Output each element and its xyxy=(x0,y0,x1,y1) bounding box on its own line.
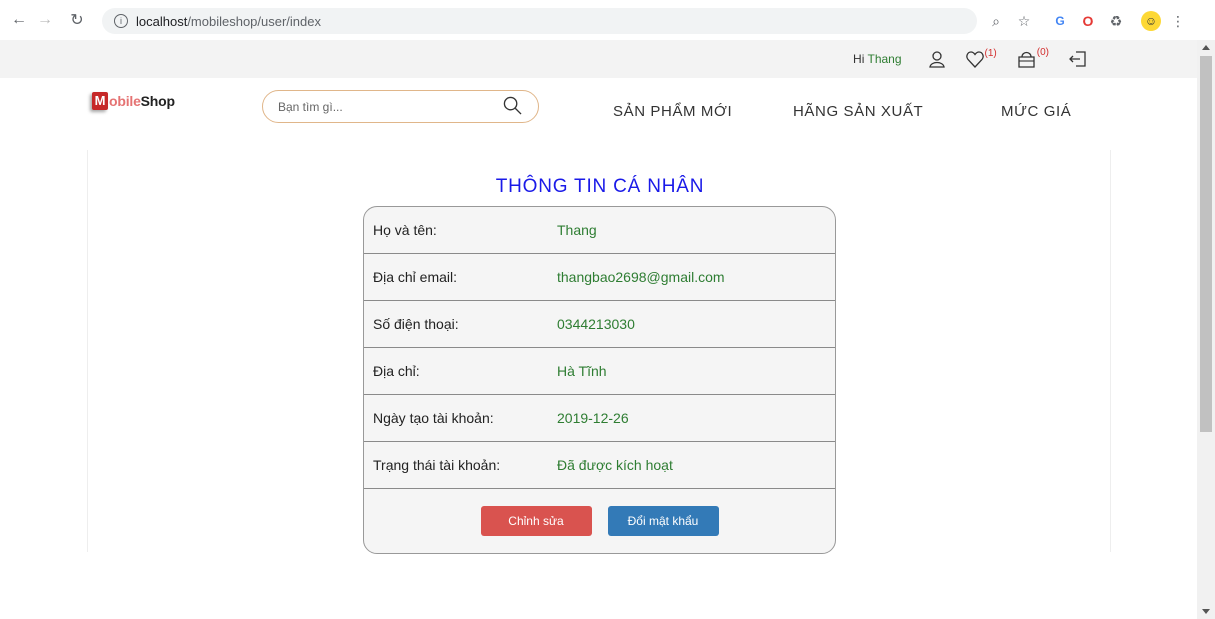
profile-card: Họ và tên: Thang Địa chỉ email: thangbao… xyxy=(363,206,836,554)
row-value: 0344213030 xyxy=(557,316,635,332)
bookmark-star-icon[interactable]: ☆ xyxy=(1013,10,1035,32)
site-logo[interactable]: Mobile Shop xyxy=(92,92,175,110)
row-label: Ngày tạo tài khoản: xyxy=(373,410,494,426)
profile-row-name: Họ và tên: Thang xyxy=(364,207,835,254)
url-path: /mobileshop/user/index xyxy=(187,13,322,29)
cart-count: (0) xyxy=(1036,47,1049,58)
logout-icon[interactable] xyxy=(1069,50,1087,68)
recycle-extension-icon[interactable]: ♻ xyxy=(1105,10,1127,32)
row-label: Họ và tên: xyxy=(373,222,437,238)
zoom-icon[interactable]: ⌕ xyxy=(985,10,1007,32)
cart-bag-icon[interactable]: (0) xyxy=(1017,47,1049,68)
change-password-button[interactable]: Đổi mật khẩu xyxy=(607,506,719,536)
page-title: THÔNG TIN CÁ NHÂN xyxy=(495,176,705,197)
profile-section: THÔNG TIN CÁ NHÂN Họ và tên: Thang Địa c… xyxy=(87,150,1111,554)
logo-text-colored: obile xyxy=(109,93,141,109)
menu-price-range[interactable]: MỨC GIÁ xyxy=(1001,103,1071,120)
browser-actions: ⌕ ☆ G O ♻ ☺ ⋮ xyxy=(979,8,1189,34)
scrollbar-thumb[interactable] xyxy=(1200,56,1212,432)
logo-text-dark: Shop xyxy=(140,93,175,109)
opera-extension-icon[interactable]: O xyxy=(1077,10,1099,32)
row-value: Hà Tĩnh xyxy=(557,363,607,379)
username-link[interactable]: Thang xyxy=(868,52,902,66)
reload-icon[interactable]: ↻ xyxy=(66,9,88,31)
info-icon[interactable]: i xyxy=(114,14,128,28)
user-topbar: Hi Thang (1) (0) xyxy=(0,40,1197,78)
profile-row-created-date: Ngày tạo tài khoản: 2019-12-26 xyxy=(364,395,835,442)
greeting: Hi Thang xyxy=(853,52,902,66)
url-host: localhost xyxy=(136,13,188,29)
profile-row-phone: Số điện thoại: 0344213030 xyxy=(364,301,835,348)
wishlist-heart-icon[interactable]: (1) xyxy=(965,47,997,68)
row-label: Địa chỉ email: xyxy=(373,269,458,285)
profile-row-status: Trạng thái tài khoản: Đã được kích hoạt xyxy=(364,442,835,489)
row-value: thangbao2698@gmail.com xyxy=(557,269,725,285)
menu-manufacturers[interactable]: HÃNG SẢN XUẤT xyxy=(793,103,923,120)
site-header: Mobile Shop Bạn tìm gì... SẢN PHẨM MỚI HÃ… xyxy=(0,78,1197,148)
page-scrollbar[interactable] xyxy=(1197,40,1215,619)
user-account-icon[interactable] xyxy=(928,50,946,68)
search-icon[interactable] xyxy=(503,96,522,115)
edit-profile-button[interactable]: Chỉnh sửa xyxy=(480,506,592,536)
profile-avatar-icon[interactable]: ☺ xyxy=(1141,11,1161,31)
profile-row-address: Địa chỉ: Hà Tĩnh xyxy=(364,348,835,395)
wishlist-count: (1) xyxy=(984,47,997,59)
row-label: Địa chỉ: xyxy=(373,363,420,379)
row-label: Số điện thoại: xyxy=(373,316,459,332)
menu-new-products[interactable]: SẢN PHẨM MỚI xyxy=(613,103,732,120)
row-value: Đã được kích hoạt xyxy=(557,457,673,473)
back-icon[interactable]: ← xyxy=(8,9,30,31)
translate-extension-icon[interactable]: G xyxy=(1049,10,1071,32)
row-value: Thang xyxy=(557,222,597,238)
row-value: 2019-12-26 xyxy=(557,410,629,426)
profile-actions: Chỉnh sửa Đổi mật khẩu xyxy=(364,489,835,553)
search-placeholder: Bạn tìm gì... xyxy=(278,99,343,114)
address-bar[interactable]: i localhost/mobileshop/user/index xyxy=(102,8,977,34)
greeting-text: Hi xyxy=(853,52,865,66)
scroll-down-icon[interactable] xyxy=(1202,609,1210,614)
profile-row-email: Địa chỉ email: thangbao2698@gmail.com xyxy=(364,254,835,301)
menu-kebab-icon[interactable]: ⋮ xyxy=(1167,10,1189,32)
logo-mark: M xyxy=(92,92,108,110)
row-label: Trạng thái tài khoản: xyxy=(373,457,501,473)
browser-toolbar: ← → ↻ i localhost/mobileshop/user/index … xyxy=(0,0,1215,40)
search-input[interactable]: Bạn tìm gì... xyxy=(262,90,539,123)
scroll-up-icon[interactable] xyxy=(1202,45,1210,50)
web-page: Hi Thang (1) (0) Mobile Shop Bạn tìm gì..… xyxy=(0,40,1197,619)
forward-icon[interactable]: → xyxy=(34,9,56,31)
